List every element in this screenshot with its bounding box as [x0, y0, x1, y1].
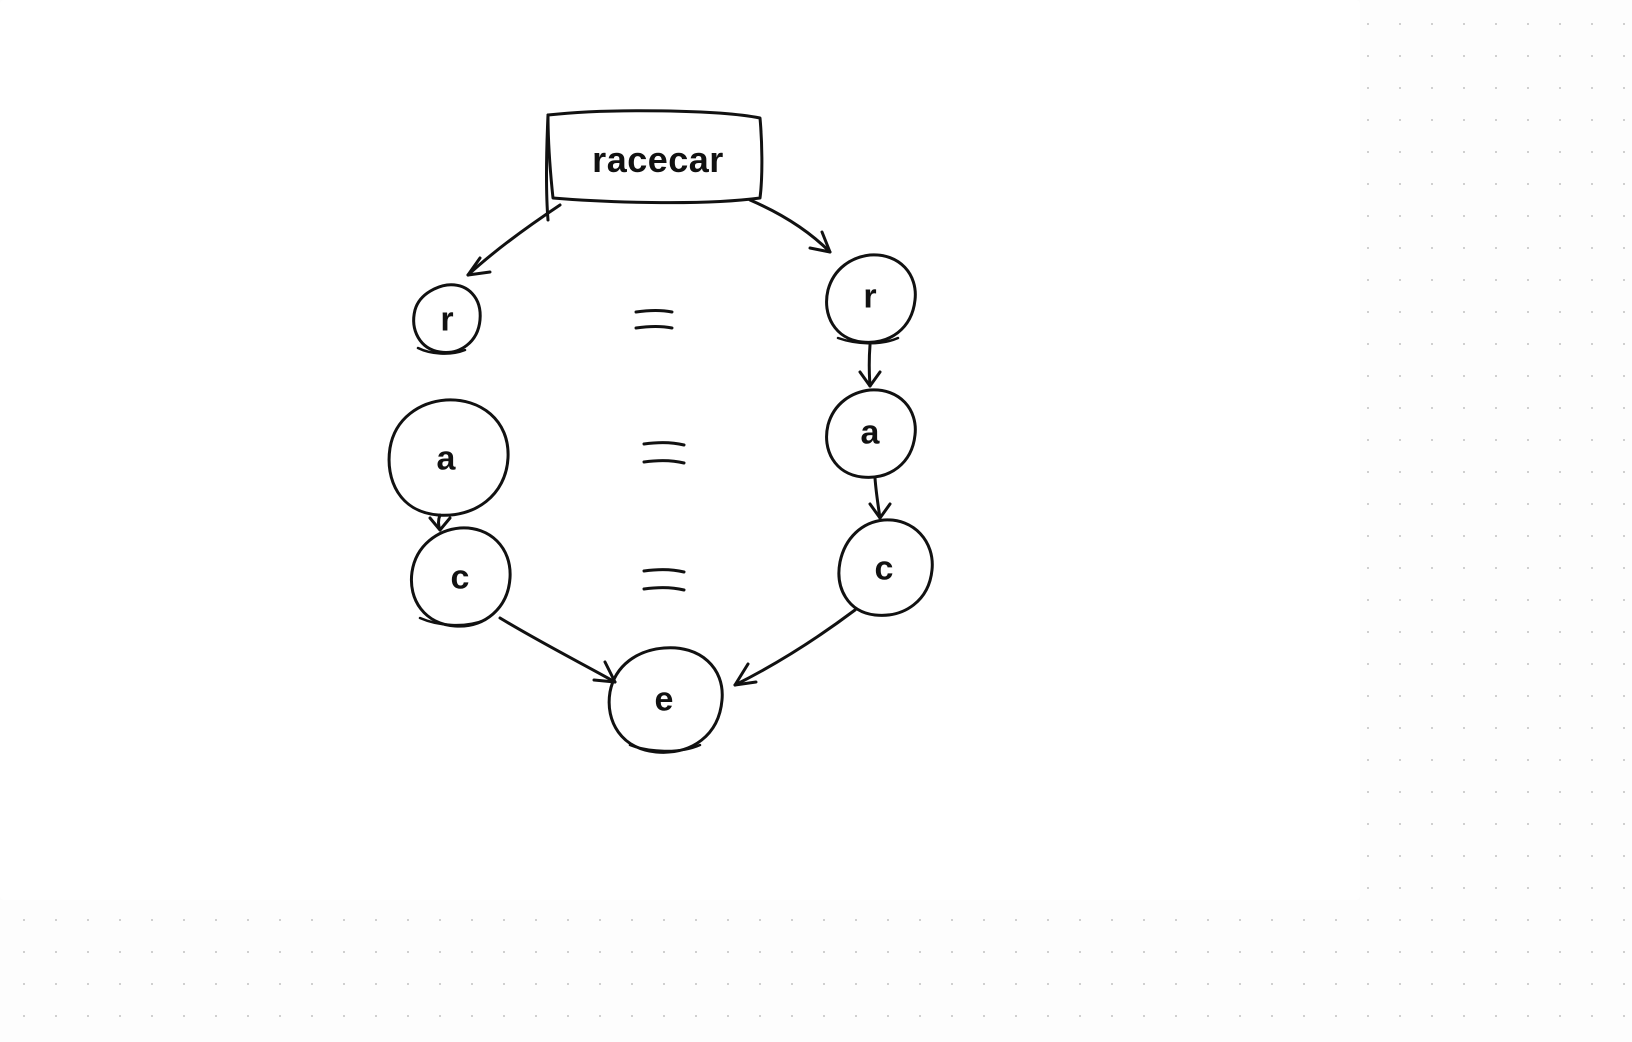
arrow-word-to-left-r	[468, 205, 560, 275]
palindrome-diagram	[0, 0, 1360, 900]
left-letter-a: a	[437, 440, 456, 479]
left-letter-r: r	[440, 301, 453, 340]
arrow-right-r-to-a	[860, 345, 880, 386]
arrow-right-a-to-c	[870, 478, 890, 518]
arrow-word-to-right-r	[750, 200, 830, 252]
left-letter-c: c	[451, 559, 470, 598]
right-letter-c: c	[875, 550, 894, 589]
equals-1	[636, 311, 672, 329]
equals-2	[644, 443, 684, 463]
arrow-left-c-to-e	[500, 618, 615, 682]
right-letter-r: r	[863, 278, 876, 317]
arrow-right-c-to-e	[735, 610, 855, 685]
equals-3	[644, 570, 684, 590]
middle-letter-e: e	[655, 681, 674, 720]
right-letter-a: a	[861, 414, 880, 453]
arrow-left-a-to-c	[430, 515, 450, 530]
word-label: racecar	[592, 139, 724, 181]
